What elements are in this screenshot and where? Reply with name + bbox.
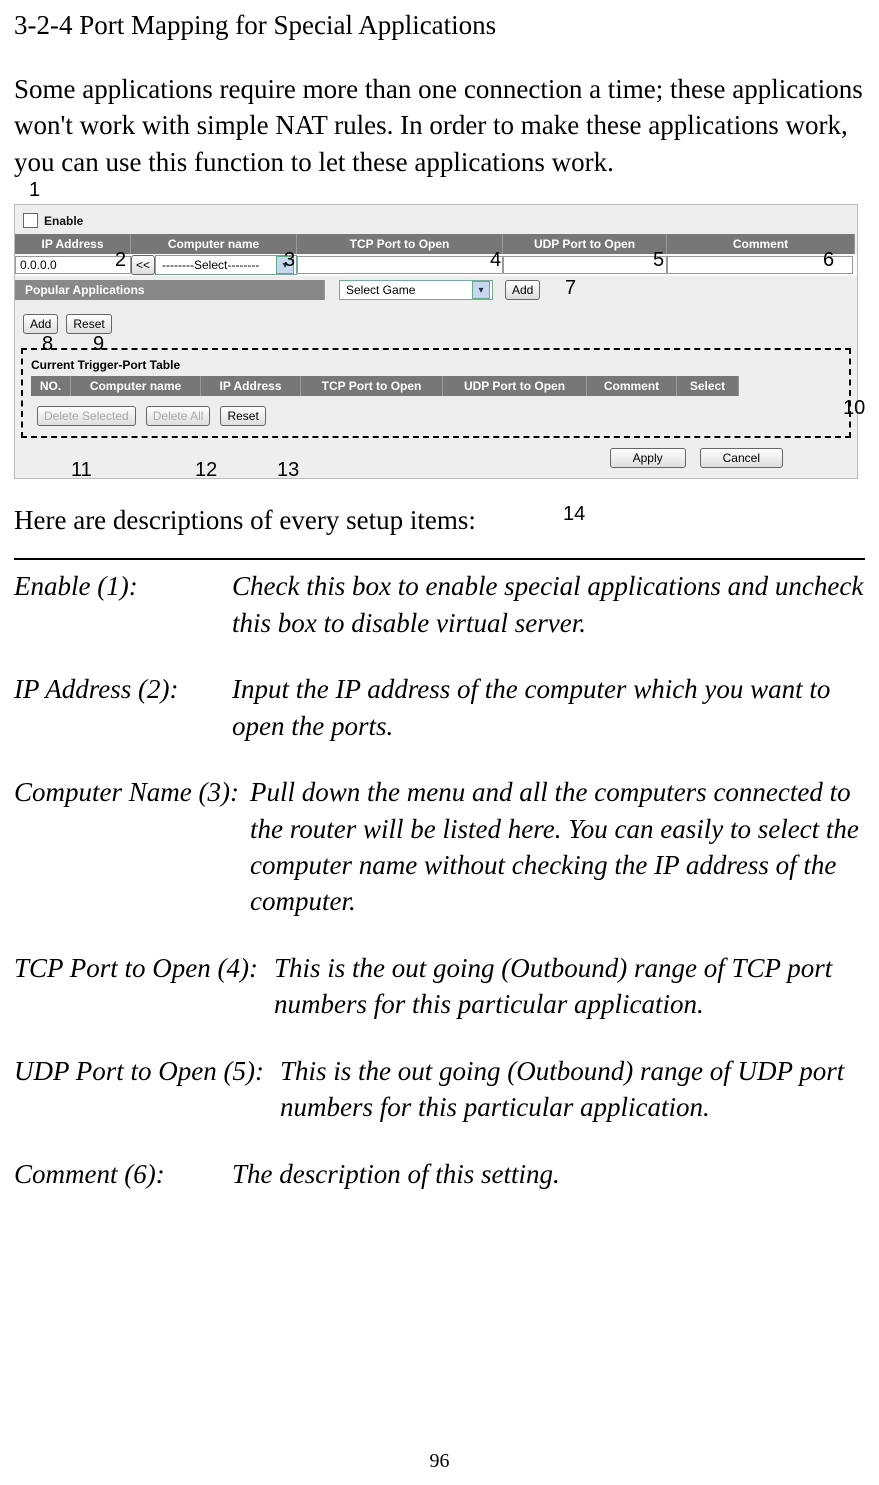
desc-enable-val: Check this box to enable special applica… xyxy=(232,568,865,641)
header-comment: Comment xyxy=(667,234,855,254)
page-number: 96 xyxy=(0,1450,879,1473)
table-title: Current Trigger-Port Table xyxy=(31,358,841,372)
reset-button[interactable]: Reset xyxy=(66,314,111,334)
udp-port-input[interactable] xyxy=(503,256,667,274)
table-reset-button[interactable]: Reset xyxy=(220,406,265,426)
router-ui-screenshot: 1 2 3 4 5 6 7 8 9 10 11 12 13 14 Enable … xyxy=(14,204,858,479)
computer-name-value: --------Select-------- xyxy=(162,258,259,272)
ip-address-input[interactable] xyxy=(15,256,131,274)
desc-cname-key: Computer Name (3): xyxy=(14,774,250,920)
header-ip: IP Address xyxy=(15,234,131,254)
desc-tcp-key: TCP Port to Open (4): xyxy=(14,950,274,1023)
th-udp: UDP Port to Open xyxy=(443,376,587,396)
desc-udp-key: UDP Port to Open (5): xyxy=(14,1053,280,1126)
desc-ip-key: IP Address (2): xyxy=(14,671,232,744)
game-select-value: Select Game xyxy=(346,283,415,297)
add-button[interactable]: Add xyxy=(23,314,58,334)
th-select: Select xyxy=(677,376,739,396)
chevron-down-icon: ▾ xyxy=(472,281,490,299)
tcp-port-input[interactable] xyxy=(297,256,503,274)
descriptions-intro: Here are descriptions of every setup ite… xyxy=(14,505,865,536)
enable-label: Enable xyxy=(44,214,83,228)
th-ip: IP Address xyxy=(201,376,301,396)
desc-comment-key: Comment (6): xyxy=(14,1156,232,1192)
enable-checkbox[interactable] xyxy=(23,213,38,228)
comment-input[interactable] xyxy=(667,256,853,274)
desc-udp-val: This is the out going (Outbound) range o… xyxy=(280,1053,865,1126)
popular-apps-label: Popular Applications xyxy=(15,280,325,300)
annotation-1: 1 xyxy=(29,179,40,202)
desc-ip-val: Input the IP address of the computer whi… xyxy=(232,671,865,744)
th-cname: Computer name xyxy=(71,376,201,396)
th-comment: Comment xyxy=(587,376,677,396)
cancel-button[interactable]: Cancel xyxy=(700,448,783,468)
copy-ip-button[interactable]: << xyxy=(131,255,155,275)
header-tcp: TCP Port to Open xyxy=(297,234,503,254)
page-title: 3-2-4 Port Mapping for Special Applicati… xyxy=(14,10,865,41)
desc-comment-val: The description of this setting. xyxy=(232,1156,865,1192)
desc-tcp-val: This is the out going (Outbound) range o… xyxy=(274,950,865,1023)
apply-button[interactable]: Apply xyxy=(610,448,686,468)
delete-selected-button[interactable]: Delete Selected xyxy=(37,406,136,426)
desc-enable-key: Enable (1): xyxy=(14,568,232,641)
desc-cname-val: Pull down the menu and all the computers… xyxy=(250,774,865,920)
trigger-port-table: Current Trigger-Port Table NO. Computer … xyxy=(21,348,851,438)
th-tcp: TCP Port to Open xyxy=(301,376,443,396)
header-udp: UDP Port to Open xyxy=(503,234,667,254)
computer-name-select[interactable]: --------Select-------- ▾ xyxy=(155,255,297,275)
game-select[interactable]: Select Game ▾ xyxy=(339,280,493,300)
header-computer-name: Computer name xyxy=(131,234,297,254)
intro-paragraph: Some applications require more than one … xyxy=(14,71,865,180)
delete-all-button[interactable]: Delete All xyxy=(146,406,211,426)
chevron-down-icon: ▾ xyxy=(276,256,294,274)
add-game-button[interactable]: Add xyxy=(505,280,540,300)
th-no: NO. xyxy=(31,376,71,396)
separator xyxy=(14,558,865,560)
